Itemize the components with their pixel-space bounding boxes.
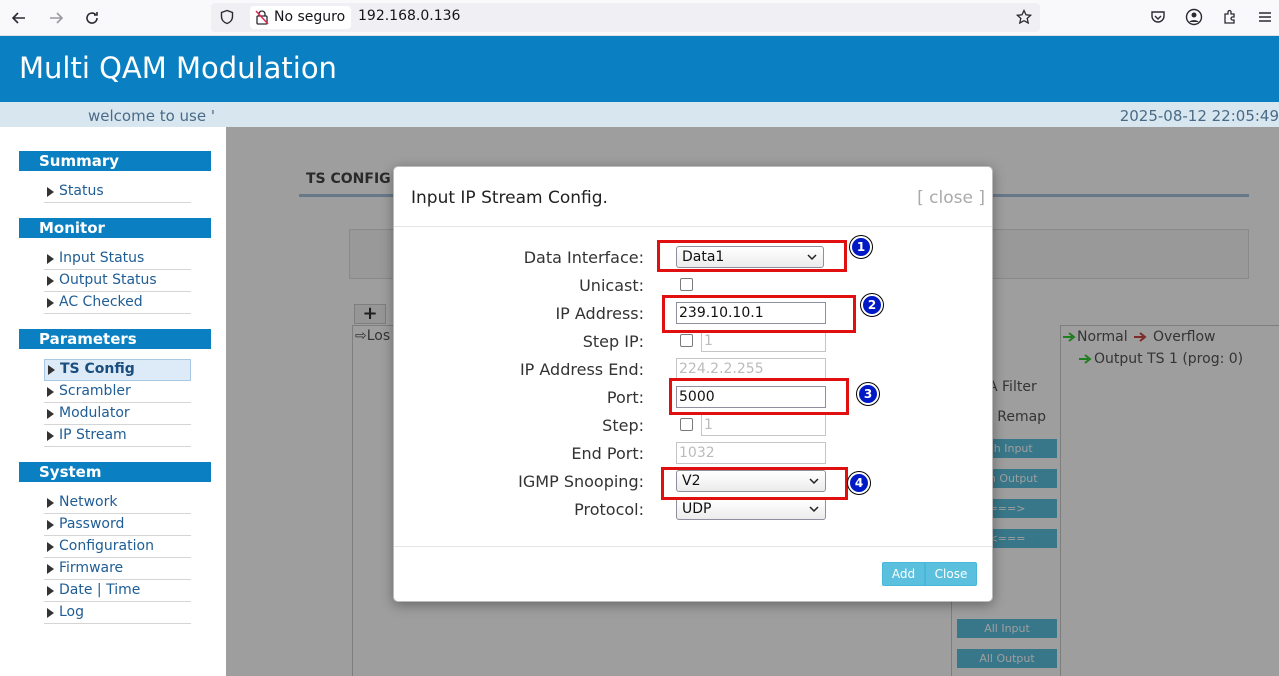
app-header: Multi QAM Modulation xyxy=(0,36,1279,102)
data-interface-label: Data Interface: xyxy=(523,248,644,267)
extensions-icon[interactable] xyxy=(1219,6,1241,28)
close-button[interactable]: Close xyxy=(925,562,977,586)
sidebar-item-password[interactable]: Password xyxy=(44,515,191,536)
unicast-checkbox[interactable] xyxy=(680,278,693,291)
reload-icon[interactable] xyxy=(80,6,104,30)
security-label: No seguro xyxy=(274,9,346,25)
section-monitor: Monitor xyxy=(19,218,211,238)
pocket-icon[interactable] xyxy=(1147,6,1169,28)
section-summary: Summary xyxy=(19,151,211,171)
account-icon[interactable] xyxy=(1183,6,1205,28)
annotation-badge-3: 3 xyxy=(857,383,879,405)
annotation-box-1 xyxy=(657,240,847,272)
app-title: Multi QAM Modulation xyxy=(19,51,337,85)
igmp-snooping-label: IGMP Snooping: xyxy=(518,472,644,491)
step-checkbox[interactable] xyxy=(680,418,693,431)
step-label: Step: xyxy=(602,416,644,435)
sidebar-item-output-status[interactable]: Output Status xyxy=(44,271,191,292)
dialog-title: Input IP Stream Config. xyxy=(411,188,608,208)
sidebar-item-ac-checked[interactable]: AC Checked xyxy=(44,293,191,314)
end-port-label: End Port: xyxy=(571,444,644,463)
annotation-box-4 xyxy=(661,467,848,500)
protocol-select[interactable]: UDP xyxy=(676,498,826,520)
sidebar-item-log[interactable]: Log xyxy=(44,603,191,624)
annotation-box-3 xyxy=(669,378,849,415)
divider xyxy=(394,546,992,547)
section-system: System xyxy=(19,462,211,482)
url-text[interactable]: 192.168.0.136 xyxy=(358,8,460,24)
annotation-badge-4: 4 xyxy=(848,472,870,494)
sidebar-item-modulator[interactable]: Modulator xyxy=(44,404,191,425)
sidebar-item-network[interactable]: Network xyxy=(44,493,191,514)
sidebar: Summary Status Monitor Input Status Outp… xyxy=(0,127,226,676)
section-parameters: Parameters xyxy=(19,329,211,349)
sidebar-item-status[interactable]: Status xyxy=(44,182,191,203)
welcome-text: welcome to use ' xyxy=(88,107,215,125)
step-ip-label: Step IP: xyxy=(582,332,644,351)
chevron-down-icon xyxy=(809,506,819,513)
unicast-label: Unicast: xyxy=(579,276,644,295)
bookmark-star-icon[interactable] xyxy=(1015,8,1033,29)
dialog-close-link[interactable]: [ close ] xyxy=(917,188,985,208)
sidebar-item-ip-stream[interactable]: IP Stream xyxy=(44,426,191,447)
datetime: 2025-08-12 22:05:49 xyxy=(1119,107,1279,125)
ip-address-label: IP Address: xyxy=(555,304,644,323)
port-label: Port: xyxy=(606,388,644,407)
step-input[interactable]: 1 xyxy=(701,414,826,436)
protocol-label: Protocol: xyxy=(574,500,644,519)
annotation-badge-2: 2 xyxy=(861,294,883,316)
shield-icon[interactable] xyxy=(219,9,235,29)
insecure-lock-icon xyxy=(255,10,269,25)
add-button[interactable]: Add xyxy=(882,562,925,586)
step-ip-checkbox[interactable] xyxy=(680,334,693,347)
ip-address-end-label: IP Address End: xyxy=(519,360,644,379)
security-indicator[interactable]: No seguro xyxy=(250,6,352,29)
sidebar-item-configuration[interactable]: Configuration xyxy=(44,537,191,558)
sidebar-item-date-time[interactable]: Date | Time xyxy=(44,581,191,602)
back-icon[interactable] xyxy=(7,6,31,30)
sidebar-item-input-status[interactable]: Input Status xyxy=(44,249,191,270)
sidebar-item-scrambler[interactable]: Scrambler xyxy=(44,382,191,403)
input-ip-stream-dialog: Input IP Stream Config. [ close ] Data I… xyxy=(393,166,993,602)
welcome-bar: welcome to use ' 2025-08-12 22:05:49 xyxy=(0,102,1279,127)
browser-toolbar: No seguro 192.168.0.136 xyxy=(0,0,1279,36)
step-ip-input[interactable]: 1 xyxy=(701,330,826,352)
annotation-badge-1: 1 xyxy=(850,236,872,258)
sidebar-item-firmware[interactable]: Firmware xyxy=(44,559,191,580)
end-port-input[interactable]: 1032 xyxy=(676,442,826,464)
protocol-value: UDP xyxy=(682,501,712,517)
forward-icon[interactable] xyxy=(44,6,68,30)
address-bar[interactable]: No seguro 192.168.0.136 xyxy=(211,3,1040,32)
divider xyxy=(394,226,992,227)
sidebar-item-ts-config[interactable]: TS Config xyxy=(44,359,191,381)
menu-icon[interactable] xyxy=(1254,6,1276,28)
ip-address-end-input[interactable]: 224.2.2.255 xyxy=(676,358,826,380)
annotation-box-2 xyxy=(662,295,856,333)
